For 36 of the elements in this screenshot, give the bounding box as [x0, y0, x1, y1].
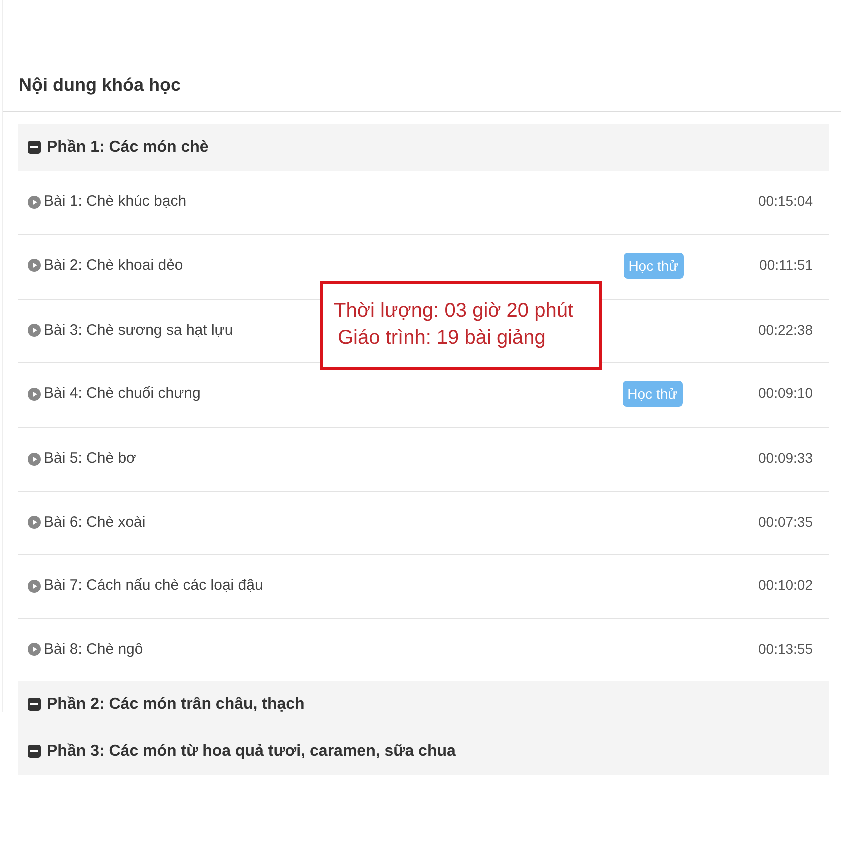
- lesson-duration: 00:10:02: [758, 576, 813, 595]
- collapse-icon: [28, 745, 41, 758]
- lesson-title[interactable]: Bài 7: Cách nấu chè các loại đậu: [44, 575, 264, 598]
- section-heading: Nội dung khóa học: [3, 60, 841, 112]
- play-icon: [28, 516, 41, 530]
- lesson-duration: 00:13:55: [758, 640, 813, 658]
- play-icon: [28, 643, 41, 656]
- callout-text: Thời lượng: 03 giờ 20 phút: [334, 299, 575, 324]
- callout-text: Giáo trình: 19 bài giảng: [337, 326, 547, 351]
- play-icon: [28, 452, 41, 466]
- section-header[interactable]: Phần 2: Các món trân châu, thạch: [18, 681, 829, 728]
- lesson-duration: 00:15:04: [758, 192, 813, 211]
- section-header[interactable]: Phần 3: Các món từ hoa quả tươi, caramen, sữa chua: [18, 728, 829, 775]
- lesson-title[interactable]: Bài 3: Chè sương sa hạt lựu: [44, 320, 234, 342]
- lesson-duration: 00:11:51: [760, 256, 813, 274]
- lesson-title[interactable]: Bài 4: Chè chuối chưng: [44, 383, 201, 406]
- play-icon: [28, 388, 41, 401]
- lesson-title[interactable]: Bài 1: Chè khúc bạch: [44, 191, 187, 214]
- play-icon: [28, 259, 41, 272]
- play-icon: [28, 196, 41, 209]
- lesson-duration: 00:09:33: [758, 449, 813, 468]
- lesson-title[interactable]: Bài 2: Chè khoai dẻo: [44, 254, 184, 277]
- lesson-duration: 00:22:38: [758, 320, 813, 340]
- play-icon: [28, 324, 41, 338]
- lesson-title[interactable]: Bài 5: Chè bơ: [44, 448, 136, 470]
- lesson-title[interactable]: Bài 6: Chè xoài: [44, 512, 146, 534]
- collapse-icon: [28, 698, 41, 711]
- play-icon: [28, 580, 41, 593]
- lesson-title[interactable]: Bài 8: Chè ngô: [44, 638, 144, 661]
- section-title: Phần 3: Các món từ hoa quả tươi, caramen, sữa chua: [47, 742, 456, 762]
- lesson-duration: 00:09:10: [758, 384, 813, 403]
- section-title: Phần 2: Các món trân châu, thạch: [47, 694, 305, 714]
- lesson-duration: 00:07:35: [758, 512, 813, 532]
- section-header[interactable]: Phần 1: Các món chè: [18, 124, 829, 171]
- collapse-icon: [28, 141, 41, 154]
- section-title: Phần 1: Các món chè: [47, 138, 209, 158]
